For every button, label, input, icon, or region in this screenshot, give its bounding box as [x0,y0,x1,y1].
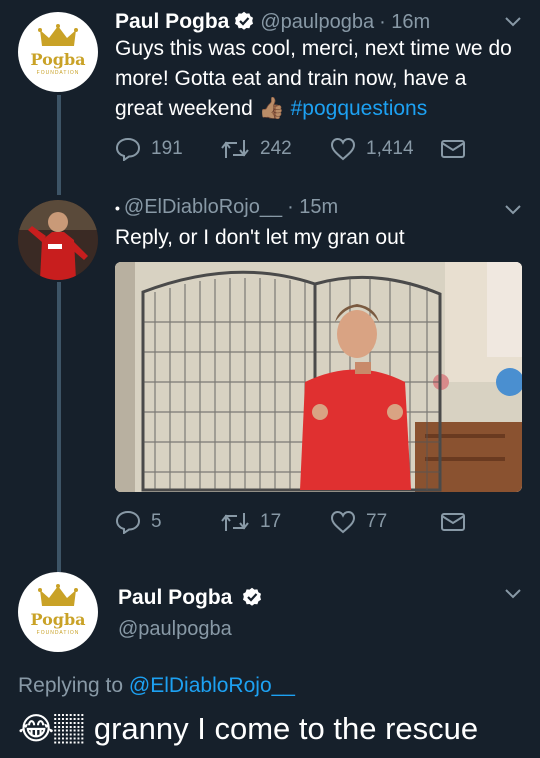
timestamp: · 15m [287,196,339,218]
heart-icon [330,510,356,534]
reply-button[interactable]: 191 [115,137,220,161]
tweet-line: more! Gotta eat and train now, have a [115,67,467,90]
thread-line [57,95,61,195]
reply-button[interactable]: 5 [115,510,220,534]
avatar[interactable]: Pogba FOUNDATION [18,572,98,652]
retweet-icon [221,140,249,158]
chevron-down-icon[interactable] [505,17,521,27]
tweet-photo[interactable] [115,262,522,492]
avatar[interactable] [18,200,98,280]
verified-badge-icon [242,587,261,606]
logo-subtext: FOUNDATION [36,630,80,636]
envelope-icon [441,513,465,531]
heart-icon [330,137,356,161]
logo-text: Pogba [30,610,86,629]
tweet-text: Guys this was cool, merci, next time we … [115,34,535,124]
crown-icon [38,584,78,606]
main-tweet-text: 😂🏽 granny I come to the rescue [18,711,478,748]
author-name[interactable]: Paul Pogba [118,586,232,609]
reply-count: 191 [151,138,183,159]
main-tweet-body: granny I come to the rescue [93,711,479,746]
author-handle[interactable]: @paulpogba [260,11,374,34]
tweet-header: Paul Pogba @paulpogba · 16m [115,8,430,34]
like-count: 77 [366,511,388,532]
dm-button[interactable] [440,139,476,159]
author-handle[interactable]: @ElDiabloRojo__ [124,196,282,219]
reply-count: 5 [151,511,162,532]
like-button[interactable]: 77 [330,510,440,534]
chevron-down-icon[interactable] [505,589,521,599]
envelope-icon [441,140,465,158]
replying-to-label: Replying to [18,674,124,697]
crown-icon [38,24,78,46]
main-author: Paul Pogba [118,584,262,610]
dm-button[interactable] [440,512,476,532]
logo-text: Pogba [30,50,86,69]
thread-line [57,282,61,572]
tweet-header: • @ElDiabloRojo__ · 15m [115,196,338,219]
thumbs-up-emoji: 👍🏽 [258,97,285,120]
chevron-down-icon[interactable] [505,205,521,215]
reply-icon [115,510,141,534]
replying-to: Replying to @ElDiabloRojo__ [18,674,295,698]
retweet-button[interactable]: 17 [220,511,330,533]
timestamp: · 16m [379,11,431,33]
tweet-text: Reply, or I don't let my gran out [115,226,405,249]
retweet-icon [221,513,249,531]
author-name[interactable]: • [115,200,120,216]
tweet-actions: 191 242 1,414 [115,137,476,161]
author-name[interactable]: Paul Pogba [115,10,229,34]
retweet-button[interactable]: 242 [220,138,330,160]
replying-to-handle[interactable]: @ElDiabloRojo__ [129,674,295,697]
hashtag-link[interactable]: #pogquestions [291,97,428,120]
logo-subtext: FOUNDATION [36,70,80,76]
retweet-count: 242 [260,138,292,159]
tweet-line: Guys this was cool, merci, next time we … [115,37,512,60]
caged-granny-photo [115,262,522,492]
laughing-emoji: 😂🏽 [18,711,86,746]
like-button[interactable]: 1,414 [330,137,440,161]
avatar[interactable]: Pogba FOUNDATION [18,12,98,92]
tweet-line-text: great weekend [115,97,253,120]
verified-badge-icon [235,11,254,30]
tweet-line: great weekend 👍🏽 #pogquestions [115,94,535,124]
tweet-actions: 5 17 77 [115,510,476,534]
retweet-count: 17 [260,511,282,532]
author-handle[interactable]: @paulpogba [118,618,232,641]
like-count: 1,414 [366,138,414,159]
player-avatar-image [18,200,98,280]
reply-icon [115,137,141,161]
